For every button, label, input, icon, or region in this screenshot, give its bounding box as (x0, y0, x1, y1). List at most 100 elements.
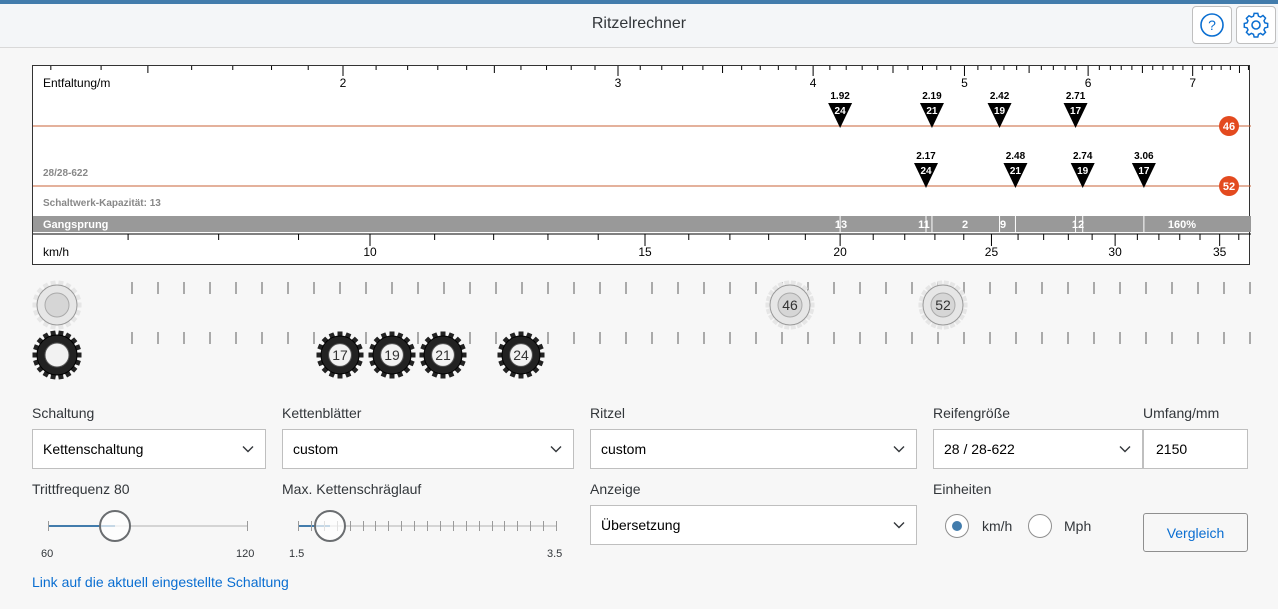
marker-cog: 24 (920, 166, 932, 177)
umfang-label: Umfang/mm (1143, 405, 1220, 421)
slider-tick (298, 521, 299, 531)
slider-tick (375, 521, 377, 531)
chainring-badge-label: 46 (1223, 121, 1235, 133)
slider-tick (414, 521, 416, 531)
bottom-axis-label: km/h (43, 245, 69, 259)
gear-marker[interactable]: 2.42 19 (987, 91, 1012, 128)
cog-gear[interactable]: 24 (497, 331, 545, 379)
current-config-link[interactable]: Link auf die aktuell eingestellte Schalt… (32, 574, 289, 590)
vergleich-button[interactable]: Vergleich (1143, 513, 1248, 552)
bottom-tick-label: 15 (638, 245, 652, 259)
schaltung-select[interactable]: Kettenschaltung (32, 429, 266, 469)
marker-cog: 17 (1070, 106, 1082, 117)
slider-tick (247, 521, 248, 531)
slider-tick (452, 521, 454, 531)
chainring-gear[interactable]: 52 (918, 280, 968, 330)
anzeige-select[interactable]: Übersetzung (590, 505, 917, 545)
top-tick-label: 2 (340, 76, 347, 90)
marker-value: 2.71 (1066, 91, 1086, 102)
top-axis-label: Entfaltung/m (43, 76, 110, 90)
gear-label: 19 (384, 347, 400, 363)
cog-gear[interactable]: 17 (316, 331, 364, 379)
radio-kmh-label[interactable]: km/h (982, 518, 1012, 534)
marker-cog: 21 (1010, 166, 1022, 177)
radio-mph[interactable] (1028, 514, 1052, 538)
schaltung-label: Schaltung (32, 405, 95, 421)
slider-tick (543, 521, 545, 531)
radio-mph-label[interactable]: Mph (1064, 518, 1091, 534)
page-title: Ritzelrechner (591, 15, 687, 32)
marker-cog: 24 (835, 106, 847, 117)
gangsprung-value: 13 (835, 219, 847, 231)
gear-marker[interactable]: 2.19 21 (919, 91, 944, 128)
top-tick-label: 4 (810, 76, 817, 90)
capacity-label: Schaltwerk-Kapazität: 13 (43, 198, 161, 209)
trittfrequenz-slider[interactable]: 60 120 (32, 508, 262, 568)
marker-cog: 17 (1138, 166, 1150, 177)
slider-tick (427, 521, 428, 531)
gear-marker[interactable]: 2.71 17 (1063, 91, 1088, 128)
gear-marker[interactable]: 2.48 21 (1003, 151, 1028, 188)
help-button[interactable]: ? (1192, 6, 1232, 44)
tire-label: 28/28-622 (43, 168, 88, 179)
gear-icon (1243, 12, 1269, 38)
reference-chainring-icon[interactable] (32, 280, 82, 330)
gear-marker[interactable]: 2.17 24 (914, 151, 939, 188)
radio-selected-dot (952, 521, 962, 531)
gangsprung-value: 2 (962, 219, 968, 231)
gangsprung-bar (33, 216, 1251, 232)
kettenblaetter-label: Kettenblätter (282, 405, 362, 421)
slider-tick (465, 521, 467, 531)
chevron-down-icon (242, 446, 254, 453)
reifen-select[interactable]: 28 / 28-622 (933, 429, 1143, 469)
reifen-value: 28 / 28-622 (944, 441, 1015, 457)
gear-marker[interactable]: 2.74 19 (1070, 151, 1095, 188)
slider-tick (556, 521, 557, 531)
trittfrequenz-label: Trittfrequenz 80 (32, 481, 130, 497)
settings-button[interactable] (1236, 6, 1276, 44)
cog-gear[interactable]: 21 (419, 331, 467, 379)
slider-tick (517, 521, 519, 531)
chevron-down-icon (893, 446, 905, 453)
anzeige-label: Anzeige (590, 481, 641, 497)
gear-marker[interactable]: 1.92 24 (828, 91, 853, 128)
gear-chart-svg: Entfaltung/m 234567 4652 1.92242.19212.4… (33, 66, 1251, 259)
slider-min-label: 60 (41, 548, 54, 560)
gear-chart: Entfaltung/m 234567 46 52 1.92 24 2.19 21 2.4… (32, 65, 1251, 265)
marker-cog: 19 (1077, 166, 1089, 177)
slider-tick (478, 521, 480, 531)
einheiten-label: Einheiten (933, 481, 992, 497)
marker-value: 2.42 (990, 91, 1010, 102)
gear-marker[interactable]: 3.06 17 (1131, 151, 1156, 188)
slider-tick (504, 521, 506, 531)
help-icon: ? (1200, 13, 1224, 37)
gear-strip: 46 52 17 19 21 24 (32, 280, 1251, 380)
gangsprung-value: 12 (1072, 219, 1084, 231)
top-tick-label: 5 (961, 76, 968, 90)
gear-label: 24 (513, 347, 529, 363)
schraeglauf-label: Max. Kettenschräglauf (282, 481, 422, 497)
chainring-gear[interactable]: 46 (765, 280, 815, 330)
slider-tick (439, 521, 441, 531)
slider-tick (491, 521, 493, 531)
slider-tick (48, 521, 49, 531)
gear-label: 46 (782, 297, 798, 313)
cog-gear[interactable]: 19 (368, 331, 416, 379)
slider-max-label: 120 (236, 548, 255, 560)
slider-tick (401, 521, 403, 531)
reference-cog-icon[interactable] (32, 330, 82, 380)
umfang-input[interactable]: 2150 (1143, 429, 1248, 469)
kettenblaetter-select[interactable]: custom (282, 429, 574, 469)
slider-tick (349, 521, 351, 531)
marker-value: 2.74 (1073, 151, 1093, 162)
slider-handle[interactable] (98, 510, 131, 542)
radio-kmh[interactable] (945, 514, 969, 538)
gangsprung-value: 160% (1168, 219, 1196, 231)
schraeglauf-slider[interactable]: 1.5 3.5 (282, 508, 572, 568)
slider-handle[interactable] (314, 510, 347, 542)
gangsprung-value: 9 (1000, 219, 1006, 231)
chevron-down-icon (1119, 446, 1131, 453)
ritzel-select[interactable]: custom (590, 429, 917, 469)
gear-label: 21 (435, 347, 451, 363)
slider-tick (388, 521, 390, 531)
